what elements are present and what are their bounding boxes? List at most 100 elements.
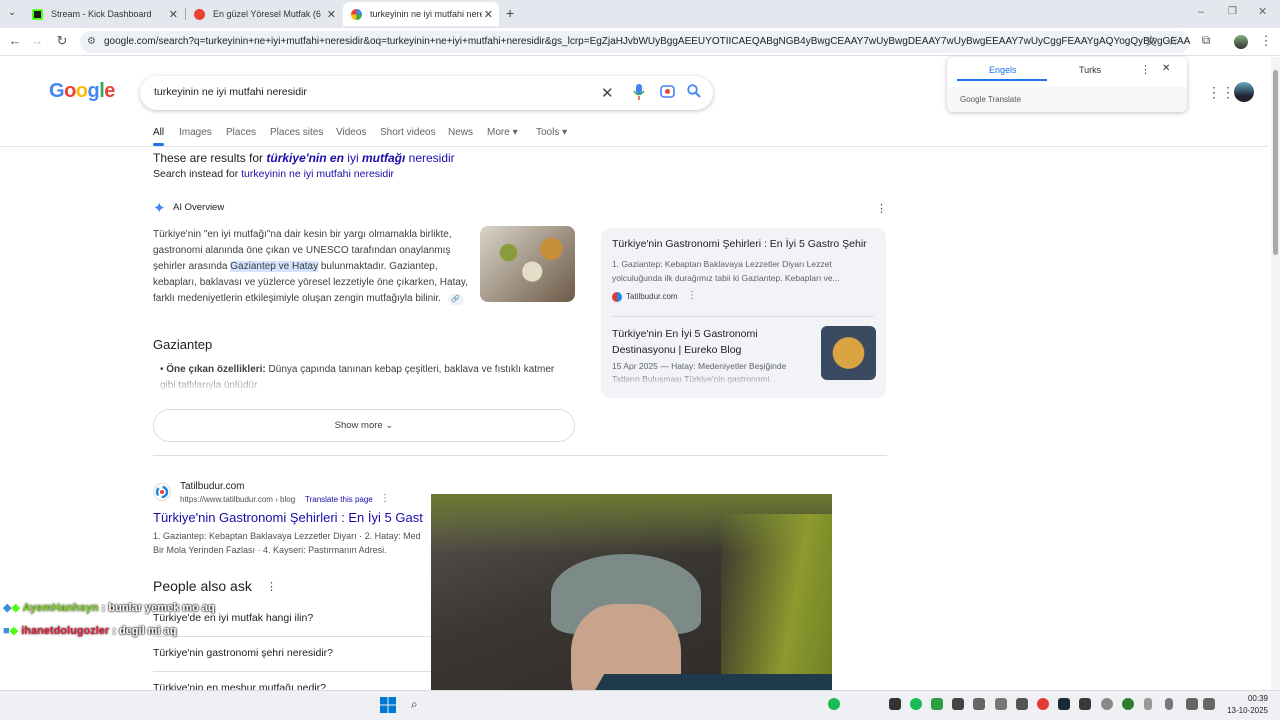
result-url: https://www.tatilbudur.com › blog	[180, 495, 296, 504]
show-more-button[interactable]: Show more ⌄	[153, 409, 575, 442]
kick-favicon-icon	[32, 8, 43, 20]
food-image[interactable]	[480, 226, 575, 302]
close-icon[interactable]: ✕	[1162, 63, 1170, 74]
correction-word[interactable]: mutfağı	[362, 151, 405, 165]
cloud-icon[interactable]	[1101, 698, 1113, 710]
window-close-icon[interactable]: ✕	[1258, 5, 1267, 18]
clock-date[interactable]: 13-10-2025	[1216, 706, 1268, 715]
reload-icon[interactable]: ↻	[53, 33, 71, 49]
tab-google-search[interactable]: turkeyinin ne iyi mutfahi neresi ✕	[343, 2, 499, 26]
app-icon[interactable]	[931, 698, 943, 710]
app-icon[interactable]	[1122, 698, 1134, 710]
paa-question[interactable]: Türkiye'nin gastronomi şehri neresidir?	[153, 647, 333, 659]
windows-start-icon[interactable]	[380, 697, 396, 718]
tab-kick-dashboard[interactable]: Stream - Kick Dashboard ✕	[24, 2, 184, 26]
restore-icon[interactable]: ❐	[1228, 6, 1237, 17]
google-logo[interactable]: Google	[49, 80, 115, 103]
close-icon[interactable]: ✕	[327, 8, 336, 21]
network-icon[interactable]	[1186, 698, 1198, 710]
baklava-image[interactable]	[821, 326, 876, 380]
translate-tab-target[interactable]: Turks	[1079, 65, 1101, 75]
profile-avatar[interactable]	[1234, 35, 1248, 49]
site-info-icon[interactable]: ⚙	[87, 31, 96, 53]
tab-videos[interactable]: Videos	[336, 127, 366, 138]
microphone-icon[interactable]	[1165, 698, 1173, 710]
site-favicon-icon	[153, 483, 171, 501]
gemini-sparkle-icon: ✦	[153, 200, 166, 217]
translate-icon[interactable]: 文	[1142, 33, 1160, 49]
tab-short-videos[interactable]: Short videos	[380, 127, 436, 138]
tab-places[interactable]: Places	[226, 127, 256, 138]
result-title-link[interactable]: Türkiye'nin Gastronomi Şehirleri : En İy…	[153, 510, 423, 525]
tab-all[interactable]: All	[153, 127, 164, 138]
tab-title: Stream - Kick Dashboard	[51, 9, 152, 19]
app-icon[interactable]	[1079, 698, 1091, 710]
url-text: google.com/search?q=turkeyinin+ne+iyi+mu…	[104, 36, 1190, 47]
usb-icon[interactable]	[1144, 698, 1152, 710]
record-icon[interactable]	[1037, 698, 1049, 710]
site-favicon-icon	[612, 292, 622, 302]
show-more-label: Show more	[334, 420, 383, 431]
spotify-icon[interactable]	[910, 698, 922, 710]
ai-overview-text: Türkiye'nin "en iyi mutfağı"na dair kesi…	[153, 227, 473, 307]
scrollbar-thumb[interactable]	[1273, 70, 1278, 255]
link-icon[interactable]: 🔗	[447, 294, 464, 305]
back-icon[interactable]: ←	[6, 33, 24, 48]
clock-time[interactable]: 00:39	[1228, 694, 1268, 703]
app-icon[interactable]	[995, 698, 1007, 710]
tab-places-sites[interactable]: Places sites	[270, 127, 323, 138]
paa-heading: People also ask	[153, 578, 252, 594]
taskbar: ⌕ 00:39 13-10-2025	[0, 690, 1280, 720]
ai-overview-label: AI Overview	[173, 202, 225, 213]
translate-popup: Engels Turks ⋮ ✕ Google Translate	[947, 57, 1187, 112]
source-title[interactable]: Türkiye'nin Gastronomi Şehirleri : En İy…	[612, 238, 877, 250]
tab-search-chevron-icon[interactable]: ⌄	[8, 7, 16, 18]
tools-button[interactable]: Tools ▾	[536, 127, 567, 138]
tab-more[interactable]: More ▾	[487, 127, 518, 138]
steam-icon[interactable]	[1058, 698, 1070, 710]
minimize-icon[interactable]: –	[1198, 6, 1204, 18]
more-options-icon[interactable]: ⋮	[266, 580, 277, 593]
translate-tab-source[interactable]: Engels	[989, 65, 1017, 75]
extensions-icon[interactable]: ⧉	[1197, 33, 1215, 48]
correction-prefix: These are results for	[153, 151, 264, 165]
search-input[interactable]: turkeyinin ne iyi mutfahi neresidir	[154, 86, 307, 98]
correction-word[interactable]: neresidir	[409, 151, 455, 165]
close-icon[interactable]: ✕	[169, 8, 178, 21]
correction-word[interactable]: türkiye'nin en	[266, 151, 344, 165]
close-icon[interactable]: ✕	[484, 8, 493, 21]
more-options-icon[interactable]: ⋮	[380, 493, 390, 504]
controller-icon[interactable]	[973, 698, 985, 710]
volume-icon[interactable]	[1203, 698, 1215, 710]
more-options-icon[interactable]: ⋮	[687, 290, 697, 301]
account-avatar[interactable]	[1234, 82, 1254, 102]
spotify-icon[interactable]	[828, 698, 840, 710]
app-icon[interactable]	[889, 698, 901, 710]
microphone-icon[interactable]	[633, 84, 645, 103]
app-icon[interactable]	[952, 698, 964, 710]
menu-dots-icon[interactable]: ⋮	[1257, 33, 1275, 49]
source-snippet: 1. Gaziantep: Kebaptan Baklavaya Lezzetl…	[612, 259, 840, 283]
forward-icon[interactable]: →	[28, 33, 46, 48]
result-snippet: Bir Mola Yerinden Fazlası · 4. Kayseri: …	[153, 545, 387, 555]
clear-icon[interactable]: ✕	[601, 84, 614, 102]
paa-question[interactable]: Türkiye'nin en meşhur mutfağı nedir?	[153, 682, 326, 690]
search-icon[interactable]: ⌕	[411, 697, 418, 712]
more-options-icon[interactable]: ⋮	[1140, 63, 1151, 76]
search-icon[interactable]	[687, 84, 701, 101]
more-options-icon[interactable]: ⋮	[876, 202, 887, 215]
tab-news[interactable]: News	[448, 127, 473, 138]
correction-word[interactable]: iyi	[347, 151, 358, 165]
source-title[interactable]: Türkiye'nin En İyi 5 Gastronomi Destinas…	[612, 326, 807, 358]
tab-images[interactable]: Images	[179, 127, 212, 138]
translate-page-link[interactable]: Translate this page	[305, 495, 373, 504]
app-icon[interactable]	[1016, 698, 1028, 710]
new-tab-button[interactable]: +	[506, 5, 514, 21]
search-instead-link[interactable]: turkeyinin ne iyi mutfahi neresidir	[241, 168, 394, 180]
tab-youtube[interactable]: En güzel Yöresel Mutfak (64) - ( ✕	[186, 2, 342, 26]
address-bar[interactable]: ⚙ google.com/search?q=turkeyinin+ne+iyi+…	[80, 31, 1190, 53]
bookmark-star-icon[interactable]: ☆	[1164, 33, 1182, 49]
lens-icon[interactable]	[660, 84, 675, 102]
result-site[interactable]: Tatilbudur.com	[180, 481, 244, 492]
search-box[interactable]: turkeyinin ne iyi mutfahi neresidir ✕	[140, 76, 713, 110]
